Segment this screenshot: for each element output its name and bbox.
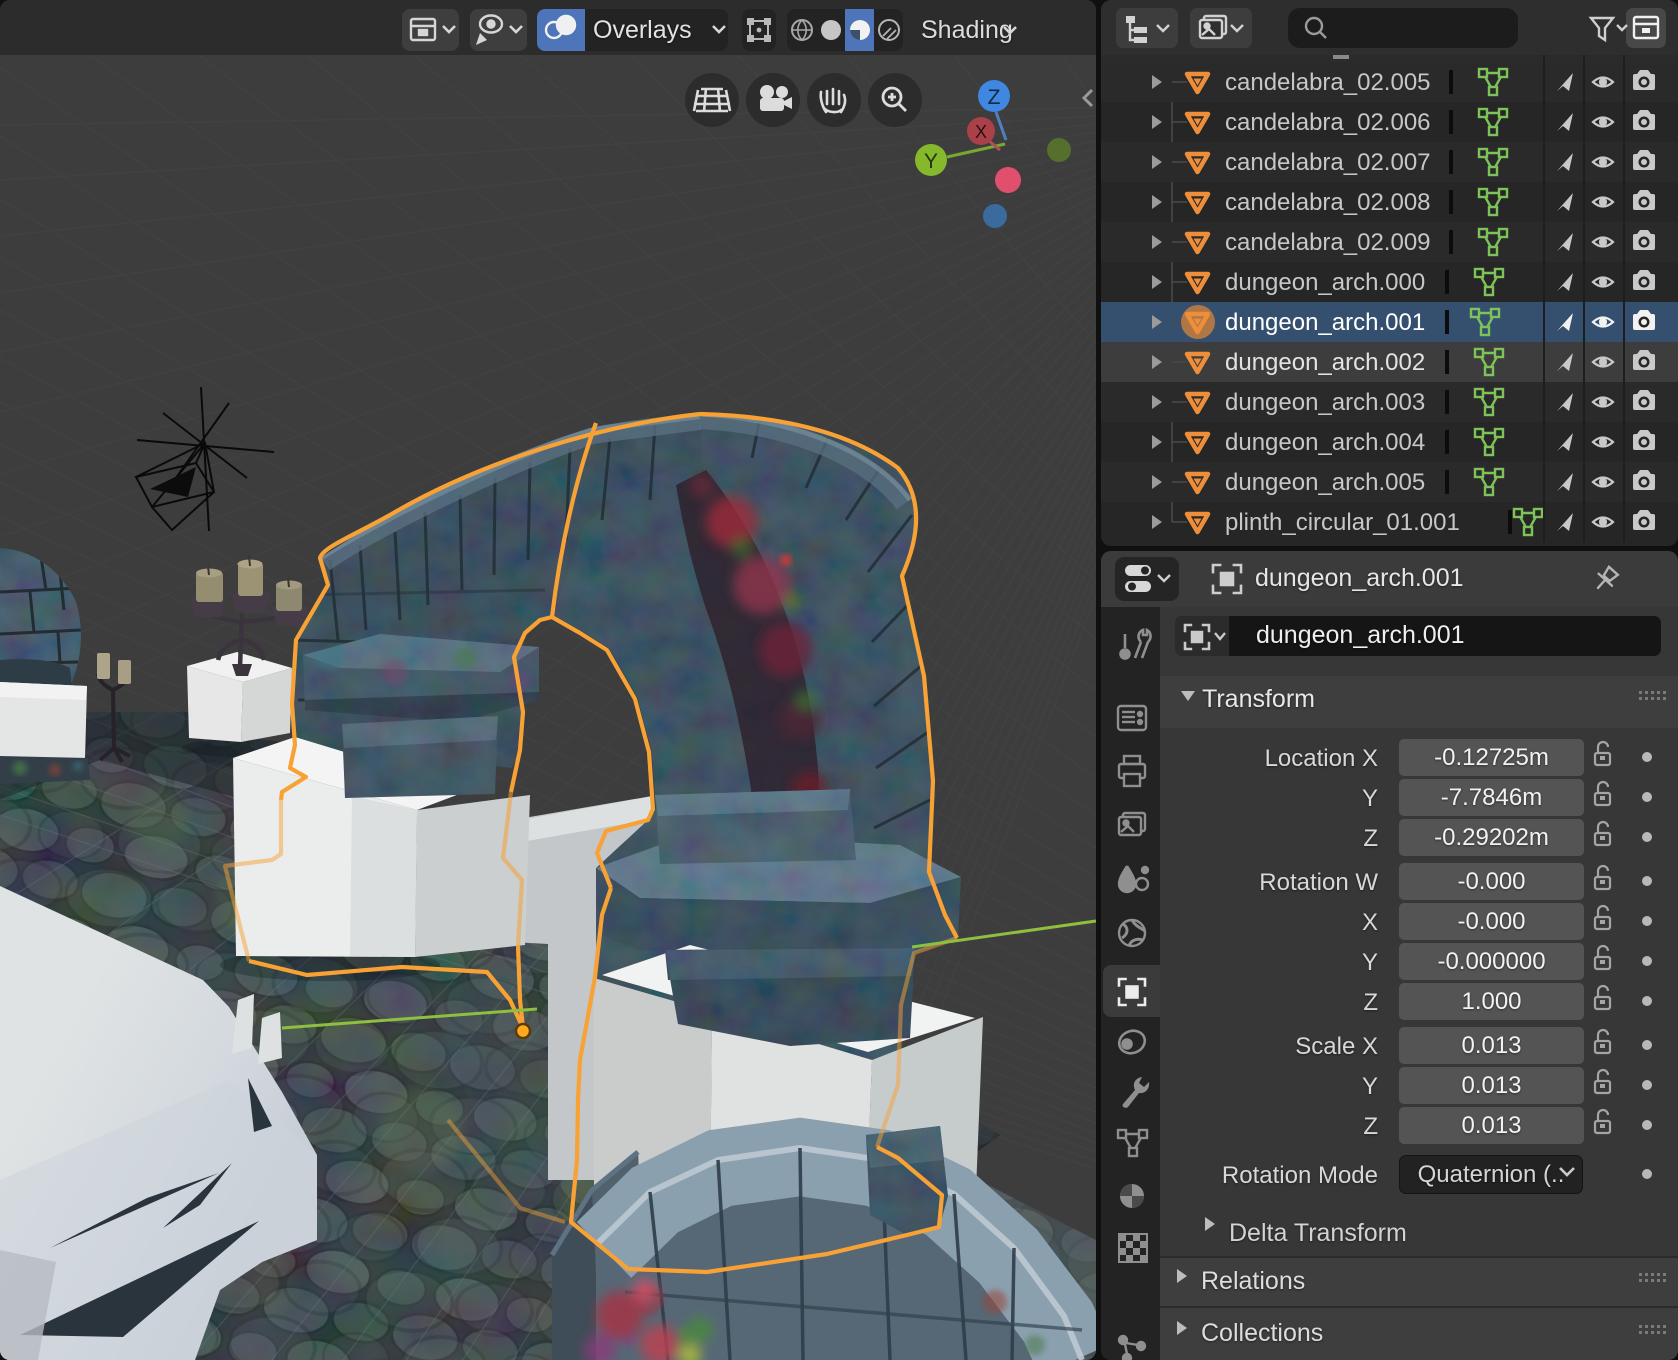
svg-text:candelabra_02.007: candelabra_02.007 bbox=[1225, 149, 1431, 176]
svg-text:candelabra_02.009: candelabra_02.009 bbox=[1225, 229, 1431, 256]
svg-text:candelabra_02.005: candelabra_02.005 bbox=[1225, 69, 1431, 96]
svg-text:dungeon_arch.003: dungeon_arch.003 bbox=[1225, 389, 1425, 416]
svg-text:dungeon_arch.001: dungeon_arch.001 bbox=[1225, 309, 1425, 336]
svg-text:X: X bbox=[975, 122, 987, 142]
svg-text:Z: Z bbox=[988, 86, 1001, 109]
svg-text:candelabra_02.006: candelabra_02.006 bbox=[1225, 109, 1431, 136]
svg-text:dungeon_arch.004: dungeon_arch.004 bbox=[1225, 429, 1425, 456]
svg-text:dungeon_arch.005: dungeon_arch.005 bbox=[1225, 469, 1425, 496]
svg-text:dungeon_arch.002: dungeon_arch.002 bbox=[1225, 349, 1425, 376]
svg-text:plinth_circular_01.001: plinth_circular_01.001 bbox=[1225, 509, 1460, 536]
svg-text:candelabra_02.008: candelabra_02.008 bbox=[1225, 189, 1431, 216]
svg-text:Y: Y bbox=[924, 150, 938, 173]
svg-text:dungeon_arch.000: dungeon_arch.000 bbox=[1225, 269, 1425, 296]
